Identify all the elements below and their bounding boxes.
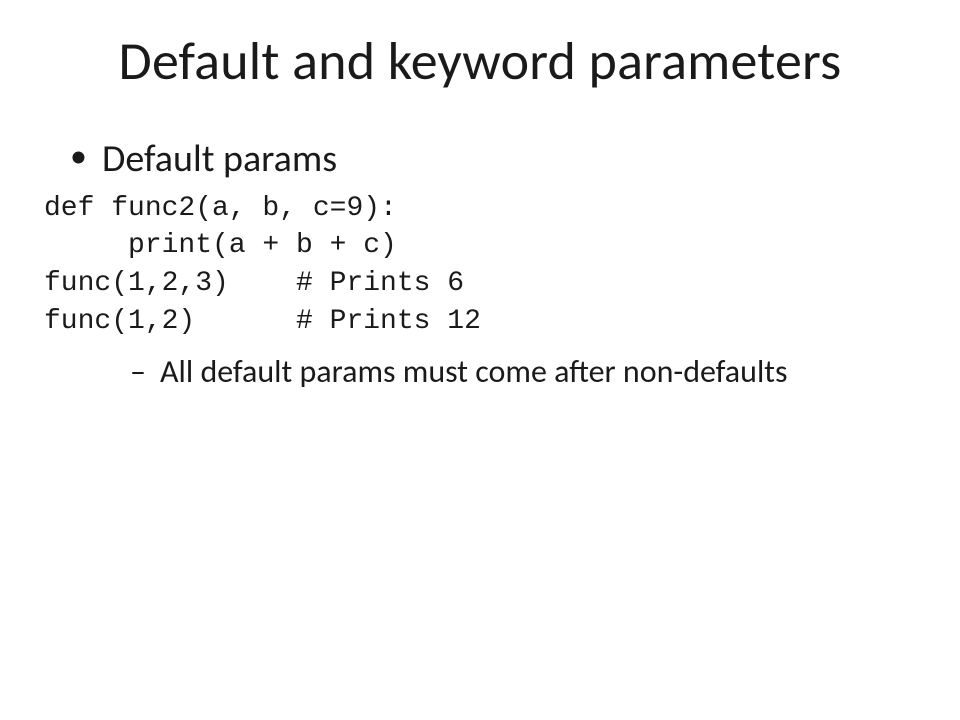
code-block: def func2(a, b, c=9): print(a + b + c) f… xyxy=(44,190,930,341)
bullet-list: Default params xyxy=(30,136,930,184)
code-line-2: print(a + b + c) xyxy=(44,230,397,261)
sub-bullet-text: All default params must come after non-d… xyxy=(160,352,788,391)
slide: Default and keyword parameters Default p… xyxy=(0,0,960,720)
sub-bullet-rule: All default params must come after non-d… xyxy=(130,351,930,393)
code-line-4: func(1,2) # Prints 12 xyxy=(44,306,481,337)
code-line-3: func(1,2,3) # Prints 6 xyxy=(44,268,464,299)
slide-title: Default and keyword parameters xyxy=(30,28,930,94)
bullet-default-params: Default params xyxy=(70,136,930,184)
bullet-text: Default params xyxy=(102,136,337,182)
sub-bullet-list: All default params must come after non-d… xyxy=(30,351,930,393)
code-line-1: def func2(a, b, c=9): xyxy=(44,193,397,224)
